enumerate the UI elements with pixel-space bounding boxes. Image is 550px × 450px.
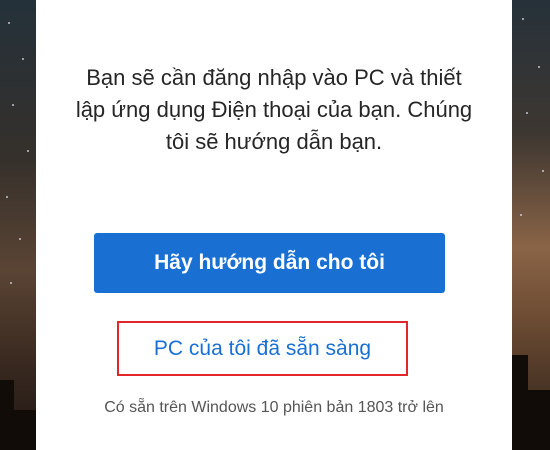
screen: Bạn sẽ cần đăng nhập vào PC và thiết lập… <box>0 0 550 450</box>
setup-message-line: Bạn sẽ cần đăng nhập vào PC và thiết <box>86 65 462 90</box>
wallpaper-left <box>0 0 36 450</box>
setup-message: Bạn sẽ cần đăng nhập vào PC và thiết lập… <box>66 62 482 158</box>
wallpaper-right <box>512 0 550 450</box>
guide-me-button[interactable]: Hãy hướng dẫn cho tôi <box>94 233 445 293</box>
setup-message-line: tôi sẽ hướng dẫn bạn. <box>165 129 383 154</box>
setup-message-line: lập ứng dụng Điện thoại của bạn. Chúng <box>75 97 473 122</box>
pc-ready-link[interactable]: PC của tôi đã sẵn sàng <box>117 323 408 374</box>
availability-note: Có sẵn trên Windows 10 phiên bản 1803 tr… <box>104 399 444 416</box>
setup-card: Bạn sẽ cần đăng nhập vào PC và thiết lập… <box>36 0 512 450</box>
